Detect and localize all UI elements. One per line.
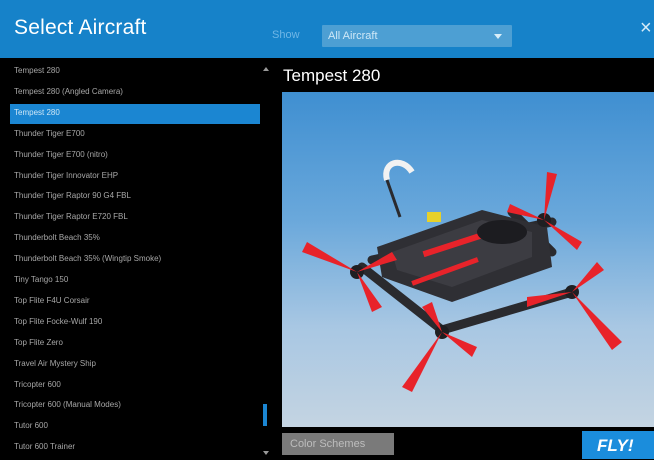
window-title: Select Aircraft (14, 16, 147, 39)
title-bar: Select Aircraft Show All Aircraft × (0, 0, 654, 58)
aircraft-list-item-label: Tutor 600 (14, 421, 48, 431)
propeller-blade (442, 332, 477, 357)
aircraft-list-item[interactable]: Top Flite Focke-Wulf 190 (10, 313, 260, 333)
aircraft-list-item-label: Thunder Tiger Innovator EHP (14, 170, 119, 180)
list-scrollbar-thumb[interactable] (263, 404, 267, 426)
aircraft-list-item[interactable]: Tutor 600 (10, 417, 260, 437)
aircraft-list-item[interactable]: Thunderbolt Beach 35% (10, 229, 260, 249)
aircraft-list-item[interactable]: Thunderbolt Beach 35% (Wingtip Smoke) (10, 250, 260, 270)
aircraft-list-item-label: Travel Air Mystery Ship (14, 358, 96, 368)
fc-board (427, 212, 441, 222)
aircraft-list-item[interactable]: Travel Air Mystery Ship (10, 355, 260, 375)
aircraft-list-item[interactable]: Thunder Tiger Innovator EHP (10, 167, 260, 187)
aircraft-list-item-label: Tempest 280 (Angled Camera) (14, 86, 123, 96)
aircraft-list-item-label: Tricopter 600 (Manual Modes) (14, 400, 121, 410)
scroll-down-icon[interactable] (263, 451, 269, 455)
aircraft-list-item[interactable]: Thunder Tiger E700 (10, 125, 260, 145)
preview-title: Tempest 280 (283, 66, 381, 85)
close-icon[interactable]: × (640, 18, 652, 38)
aircraft-list-item[interactable]: Tricopter 600 (10, 376, 260, 396)
antenna-mast (385, 179, 402, 218)
aircraft-list-item-label: Top Flite Zero (14, 337, 63, 347)
aircraft-list-item-label: Tricopter 600 (14, 379, 61, 389)
aircraft-filter-dropdown[interactable]: All Aircraft (322, 25, 512, 47)
propeller-blade (302, 242, 357, 272)
aircraft-list-item[interactable]: Thunder Tiger E700 (nitro) (10, 146, 260, 166)
propeller-blade (544, 172, 557, 220)
aircraft-list-item-label: Top Flite Focke-Wulf 190 (14, 316, 103, 326)
aircraft-list-item-label: Thunder Tiger Raptor E720 FBL (14, 212, 128, 222)
propeller-blade (572, 262, 604, 292)
aircraft-list-item-label: Tempest 280 (14, 66, 60, 75)
aircraft-list-item-label: Top Flite F4U Corsair (14, 295, 90, 305)
aircraft-list-item[interactable]: Tempest 280 (10, 62, 260, 82)
filter-label: Show (272, 29, 300, 41)
battery (477, 220, 527, 244)
aircraft-list-item[interactable]: Tempest 280 (Angled Camera) (10, 83, 260, 103)
fly-label: FLY! (597, 436, 634, 455)
filter-selected-value: All Aircraft (328, 30, 378, 42)
aircraft-list-item-label: Tiny Tango 150 (14, 275, 69, 284)
aircraft-list: Tempest 280 Tempest 280 (Angled Camera) Te… (10, 62, 260, 458)
aircraft-list-item[interactable]: Top Flite F4U Corsair (10, 292, 260, 312)
aircraft-list-item-label: Thunder Tiger E700 (nitro) (14, 149, 108, 159)
aircraft-list-item[interactable]: Thunder Tiger Raptor 90 G4 FBL (10, 187, 260, 207)
propeller-blade (402, 332, 442, 392)
aircraft-list-item[interactable]: Tempest 280 (10, 103, 260, 124)
propeller-blade (572, 292, 622, 350)
aircraft-list-item[interactable]: Thunder Tiger Raptor E720 FBL (10, 208, 260, 228)
aircraft-list-item[interactable]: Tutor 600 Trainer (10, 438, 260, 458)
scroll-up-icon[interactable] (263, 67, 269, 71)
color-schemes-label: Color Schemes (290, 438, 366, 450)
aircraft-list-item-label: Tutor 600 Trainer (14, 442, 76, 452)
aircraft-list-item-label: Tempest 280 (14, 107, 60, 117)
aircraft-list-item[interactable]: Tiny Tango 150 (10, 271, 260, 291)
fly-button[interactable]: FLY! (582, 431, 654, 459)
chevron-down-icon (494, 34, 502, 39)
aircraft-list-item-label: Thunder Tiger E700 (14, 128, 85, 138)
color-schemes-button[interactable]: Color Schemes (282, 433, 394, 455)
aircraft-list-item-label: Thunderbolt Beach 35% (Wingtip Smoke) (14, 254, 162, 264)
aircraft-list-item[interactable]: Tricopter 600 (Manual Modes) (10, 396, 260, 416)
aircraft-preview-image (282, 92, 654, 427)
quadcopter-render (302, 159, 622, 392)
aircraft-list-item-label: Thunder Tiger Raptor 90 G4 FBL (14, 191, 131, 201)
aircraft-list-item-label: Thunderbolt Beach 35% (14, 233, 100, 243)
antenna (383, 159, 415, 181)
aircraft-list-item[interactable]: Top Flite Zero (10, 334, 260, 354)
